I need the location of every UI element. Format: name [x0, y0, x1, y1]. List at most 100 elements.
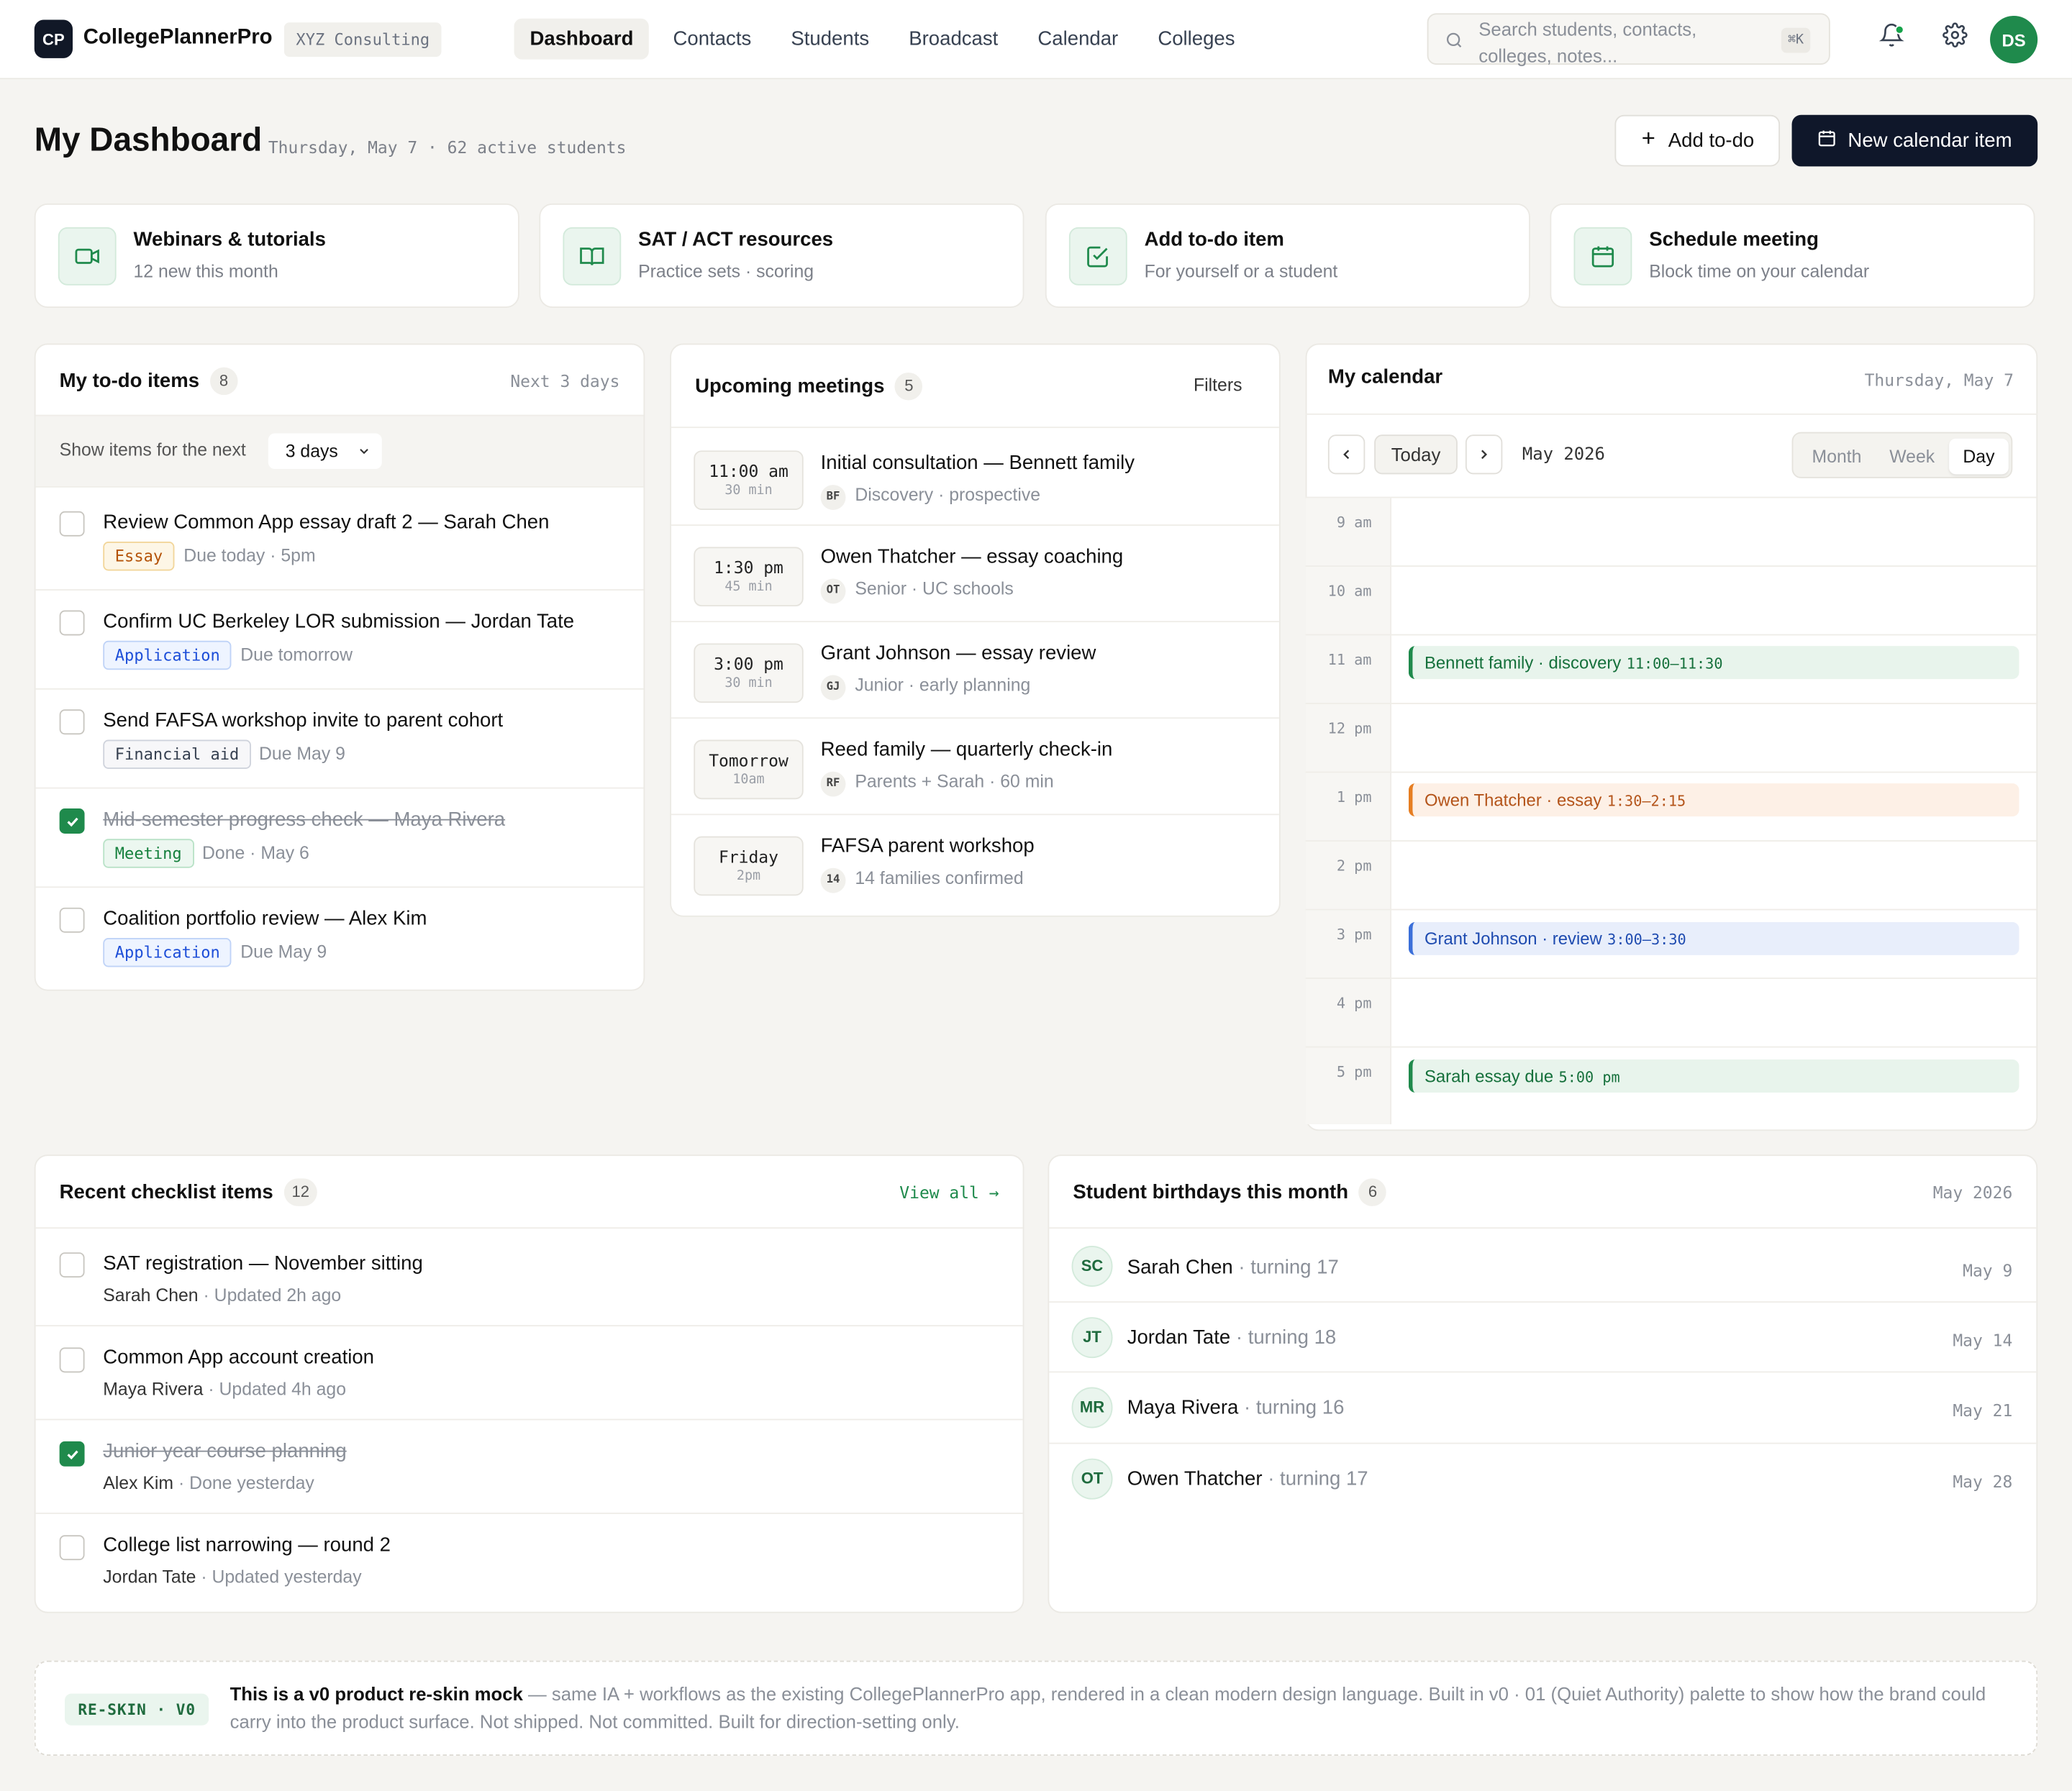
todo-item[interactable]: Mid-semester progress check — Maya River…	[35, 787, 644, 887]
nav-calendar[interactable]: Calendar	[1022, 19, 1134, 60]
calendar-hour-row[interactable]: 9 am	[1305, 496, 2037, 567]
calendar-event[interactable]: Owen Thatcher · essay 1:30–2:15	[1408, 783, 2019, 817]
todo-item-title: Send FAFSA workshop invite to parent coh…	[103, 709, 504, 732]
event-time: 5:00 pm	[1558, 1068, 1620, 1086]
student-name[interactable]: Maya Rivera	[1127, 1396, 1239, 1418]
birthday-row[interactable]: MR Maya Rivera · turning 16 May 21	[1049, 1371, 2037, 1442]
calendar-event[interactable]: Sarah essay due 5:00 pm	[1408, 1059, 2019, 1093]
quick-card-schedule-meeting[interactable]: Schedule meeting Block time on your cale…	[1550, 203, 2035, 308]
checklist-item-meta: Sarah Chen · Updated 2h ago	[103, 1285, 341, 1305]
checklist-item[interactable]: College list narrowing — round 2 Jordan …	[35, 1513, 1023, 1612]
meeting-row[interactable]: Tomorrow 10am Reed family — quarterly che…	[671, 717, 1279, 814]
add-todo-button[interactable]: Add to-do	[1614, 114, 1781, 167]
filters-button[interactable]: Filters	[1194, 375, 1242, 396]
checklist-checkbox[interactable]	[59, 1535, 85, 1561]
nav-contacts[interactable]: Contacts	[657, 19, 767, 60]
view-week[interactable]: Week	[1875, 439, 1949, 475]
todo-range: Next 3 days	[510, 371, 620, 391]
calendar-next-button[interactable]	[1465, 434, 1503, 475]
calendar-prev-button[interactable]	[1327, 434, 1366, 475]
todo-item[interactable]: Confirm UC Berkeley LOR submission — Jor…	[35, 589, 644, 688]
hour-label: 2 pm	[1336, 857, 1372, 875]
birthdays-panel: Student birthdays this month 6 May 2026 S…	[1048, 1154, 2038, 1613]
reskin-bold: This is a v0 product re-skin mock	[230, 1682, 523, 1705]
calendar-event[interactable]: Bennett family · discovery 11:00–11:30	[1408, 646, 2019, 680]
meeting-avatar: GJ	[820, 675, 846, 701]
student-name[interactable]: Owen Thatcher	[1127, 1468, 1263, 1490]
todo-checkbox[interactable]	[59, 610, 85, 636]
student-name[interactable]: Alex Kim	[103, 1473, 173, 1493]
event-time: 1:30–2:15	[1607, 793, 1686, 810]
notifications-button[interactable]	[1875, 22, 1907, 54]
meeting-row[interactable]: 3:00 pm 30 min Grant Johnson — essay revi…	[671, 621, 1279, 717]
user-avatar[interactable]: DS	[1990, 16, 2038, 64]
calendar-event[interactable]: Grant Johnson · review 3:00–3:30	[1408, 922, 2019, 955]
checklist-checkbox[interactable]	[59, 1252, 85, 1278]
nav-colleges[interactable]: Colleges	[1142, 19, 1250, 60]
view-day[interactable]: Day	[1949, 438, 2009, 475]
app-name[interactable]: CollegePlannerPro	[83, 27, 273, 50]
nav-students[interactable]: Students	[775, 19, 885, 60]
quick-card-title: Webinars & tutorials	[133, 228, 326, 251]
top-bar: CP CollegePlannerPro XYZ Consulting Dash…	[0, 0, 2072, 80]
calendar-today-button[interactable]: Today	[1374, 434, 1458, 475]
meeting-row[interactable]: 11:00 am 30 min Initial consultation — Be…	[671, 427, 1279, 524]
reskin-badge: RE-SKIN · V0	[64, 1693, 209, 1726]
todo-item[interactable]: Send FAFSA workshop invite to parent coh…	[35, 688, 644, 788]
nav-broadcast[interactable]: Broadcast	[893, 19, 1014, 60]
todo-item-title: Confirm UC Berkeley LOR submission — Jor…	[103, 610, 575, 633]
todo-range-select[interactable]: 3 days	[268, 433, 382, 470]
birthday-row[interactable]: OT Owen Thatcher · turning 17 May 28	[1049, 1442, 2037, 1514]
quick-card-subtitle: Block time on your calendar	[1649, 261, 1870, 282]
new-calendar-item-button[interactable]: New calendar item	[1791, 114, 2038, 167]
quick-card-webinars[interactable]: Webinars & tutorials 12 new this month	[34, 203, 519, 308]
birthday-row[interactable]: SC Sarah Chen · turning 17 May 9	[1049, 1227, 2037, 1301]
student-name[interactable]: Jordan Tate	[103, 1567, 196, 1587]
checklist-checkbox-checked[interactable]	[59, 1441, 85, 1467]
calendar-month: May 2026	[1522, 445, 1605, 465]
calendar-hour-row[interactable]: 4 pm	[1305, 977, 2037, 1048]
student-name[interactable]: Sarah Chen	[1127, 1257, 1233, 1279]
todo-item[interactable]: Coalition portfolio review — Alex Kim Ap…	[35, 886, 644, 989]
reskin-text: This is a v0 product re-skin mock — same…	[230, 1680, 2001, 1736]
checklist-item[interactable]: Junior year course planning Alex Kim · D…	[35, 1418, 1023, 1513]
meeting-avatar: OT	[820, 578, 846, 604]
todo-item[interactable]: Review Common App essay draft 2 — Sarah …	[35, 486, 644, 589]
calendar-hour-row[interactable]: 12 pm	[1305, 703, 2037, 773]
todo-checkbox[interactable]	[59, 907, 85, 933]
student-name[interactable]: Sarah Chen	[103, 1285, 198, 1305]
meeting-row[interactable]: Friday 2pm FAFSA parent workshop 14 14 fam…	[671, 814, 1279, 915]
checklist-checkbox[interactable]	[59, 1347, 85, 1373]
meeting-time: 3:00 pm 30 min	[694, 643, 804, 703]
meetings-count: 5	[895, 372, 923, 401]
chevron-down-icon	[357, 434, 371, 470]
meeting-time-value: 3:00 pm	[714, 654, 783, 674]
checklist-item[interactable]: Common App account creation Maya Rivera …	[35, 1325, 1023, 1418]
birthday-name: Owen Thatcher · turning 17	[1127, 1468, 1368, 1490]
meeting-duration: 2pm	[736, 869, 761, 884]
view-month[interactable]: Month	[1799, 439, 1876, 475]
view-all-link[interactable]: View all →	[899, 1182, 999, 1203]
avatar: OT	[1071, 1458, 1113, 1500]
notification-dot	[1894, 24, 1904, 35]
nav-dashboard[interactable]: Dashboard	[514, 18, 650, 60]
calendar-hour-row[interactable]: 2 pm	[1305, 840, 2037, 911]
page-subtitle: Thursday, May 7 · 62 active students	[268, 137, 627, 158]
todo-checkbox[interactable]	[59, 511, 85, 537]
checklist-item[interactable]: SAT registration — November sitting Sara…	[35, 1227, 1023, 1325]
meeting-row[interactable]: 1:30 pm 45 min Owen Thatcher — essay coac…	[671, 524, 1279, 621]
quick-card-add-todo[interactable]: Add to-do item For yourself or a student	[1045, 203, 1530, 308]
search-input[interactable]: Search students, contacts, colleges, not…	[1427, 13, 1830, 66]
meetings-title: Upcoming meetings 5	[695, 372, 923, 401]
quick-card-sat-act[interactable]: SAT / ACT resources Practice sets · scor…	[539, 203, 1024, 308]
org-badge[interactable]: XYZ Consulting	[283, 22, 442, 57]
student-name[interactable]: Maya Rivera	[103, 1380, 203, 1400]
student-name[interactable]: Jordan Tate	[1127, 1326, 1230, 1349]
birthday-row[interactable]: JT Jordan Tate · turning 18 May 14	[1049, 1301, 2037, 1371]
app-logo[interactable]: CP	[34, 19, 73, 58]
settings-button[interactable]	[1938, 22, 1970, 54]
calendar-hour-row[interactable]: 10 am	[1305, 565, 2037, 636]
meeting-time: Tomorrow 10am	[694, 739, 804, 800]
todo-checkbox[interactable]	[59, 709, 85, 735]
todo-checkbox-checked[interactable]	[59, 808, 85, 834]
